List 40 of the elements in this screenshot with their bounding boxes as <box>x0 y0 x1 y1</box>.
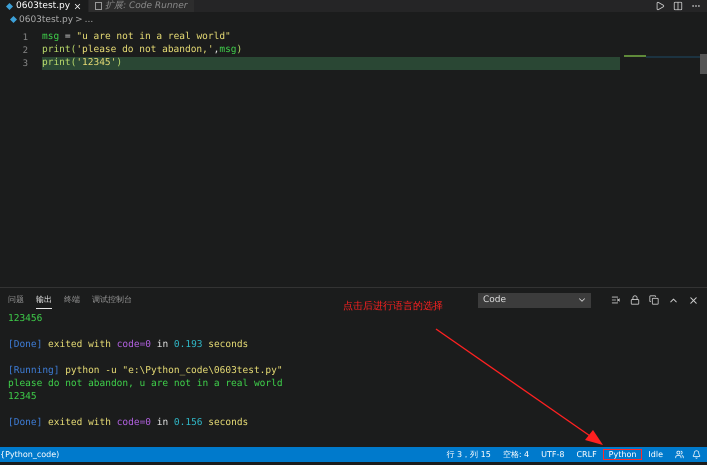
output-line: please do not abandon, u are not in a real world <box>8 378 283 389</box>
output-channel-select[interactable]: Code <box>478 292 591 308</box>
status-item[interactable]: Python <box>602 449 642 460</box>
code-line: print('please do not abandon,',msg) <box>42 44 244 57</box>
status-item[interactable]: 行 3，列 15 <box>440 448 497 461</box>
status-item[interactable]: Idle <box>642 449 669 460</box>
editor-tab[interactable]: 0603test.py <box>0 0 88 12</box>
line-number: 3 <box>22 58 28 68</box>
panel-tab[interactable]: 输出 <box>36 291 52 309</box>
panel-tab[interactable]: 调试控制台 <box>92 291 132 309</box>
status-folder[interactable]: {Python_code) <box>0 450 60 459</box>
panel-tab[interactable]: 问题 <box>8 291 24 309</box>
output-line: 123456 <box>8 313 42 324</box>
output-line: [Running] python -u "e:\Python_code\0603test.py" <box>8 365 283 376</box>
bell-icon[interactable] <box>692 450 701 459</box>
split-editor-icon[interactable] <box>673 1 683 11</box>
status-item[interactable]: 空格: 4 <box>496 448 536 461</box>
document-icon <box>95 2 102 10</box>
line-number: 1 <box>22 32 28 42</box>
output-line: 12345 <box>8 391 37 402</box>
panel-tab[interactable]: 终端 <box>64 291 80 309</box>
copy-icon[interactable] <box>649 295 659 305</box>
run-icon[interactable] <box>655 1 665 11</box>
output-line: [Done] exited with code=0 in 0.156 seconds <box>8 417 248 428</box>
breadcrumb-separator: > <box>75 14 83 24</box>
editor-tab[interactable]: 扩展: Code Runner <box>89 0 194 12</box>
close-icon[interactable] <box>688 294 699 306</box>
output-line: [Done] exited with code=0 in 0.193 seconds <box>8 339 248 350</box>
close-icon[interactable] <box>73 2 82 10</box>
line-number: 2 <box>22 46 28 56</box>
lock-icon[interactable] <box>630 295 640 305</box>
breadcrumb-more[interactable]: ... <box>84 14 94 24</box>
scrollbar[interactable] <box>700 54 707 74</box>
status-item[interactable]: UTF-8 <box>535 449 570 460</box>
feedback-icon[interactable] <box>675 450 684 459</box>
clear-output-icon[interactable] <box>611 295 621 305</box>
breadcrumb-file[interactable]: 0603test.py <box>19 14 74 24</box>
code-line: msg = "u are not in a real world" <box>42 31 232 44</box>
status-item[interactable]: CRLF <box>570 449 603 460</box>
annotation-text: 点击后进行语言的选择 <box>343 300 443 313</box>
